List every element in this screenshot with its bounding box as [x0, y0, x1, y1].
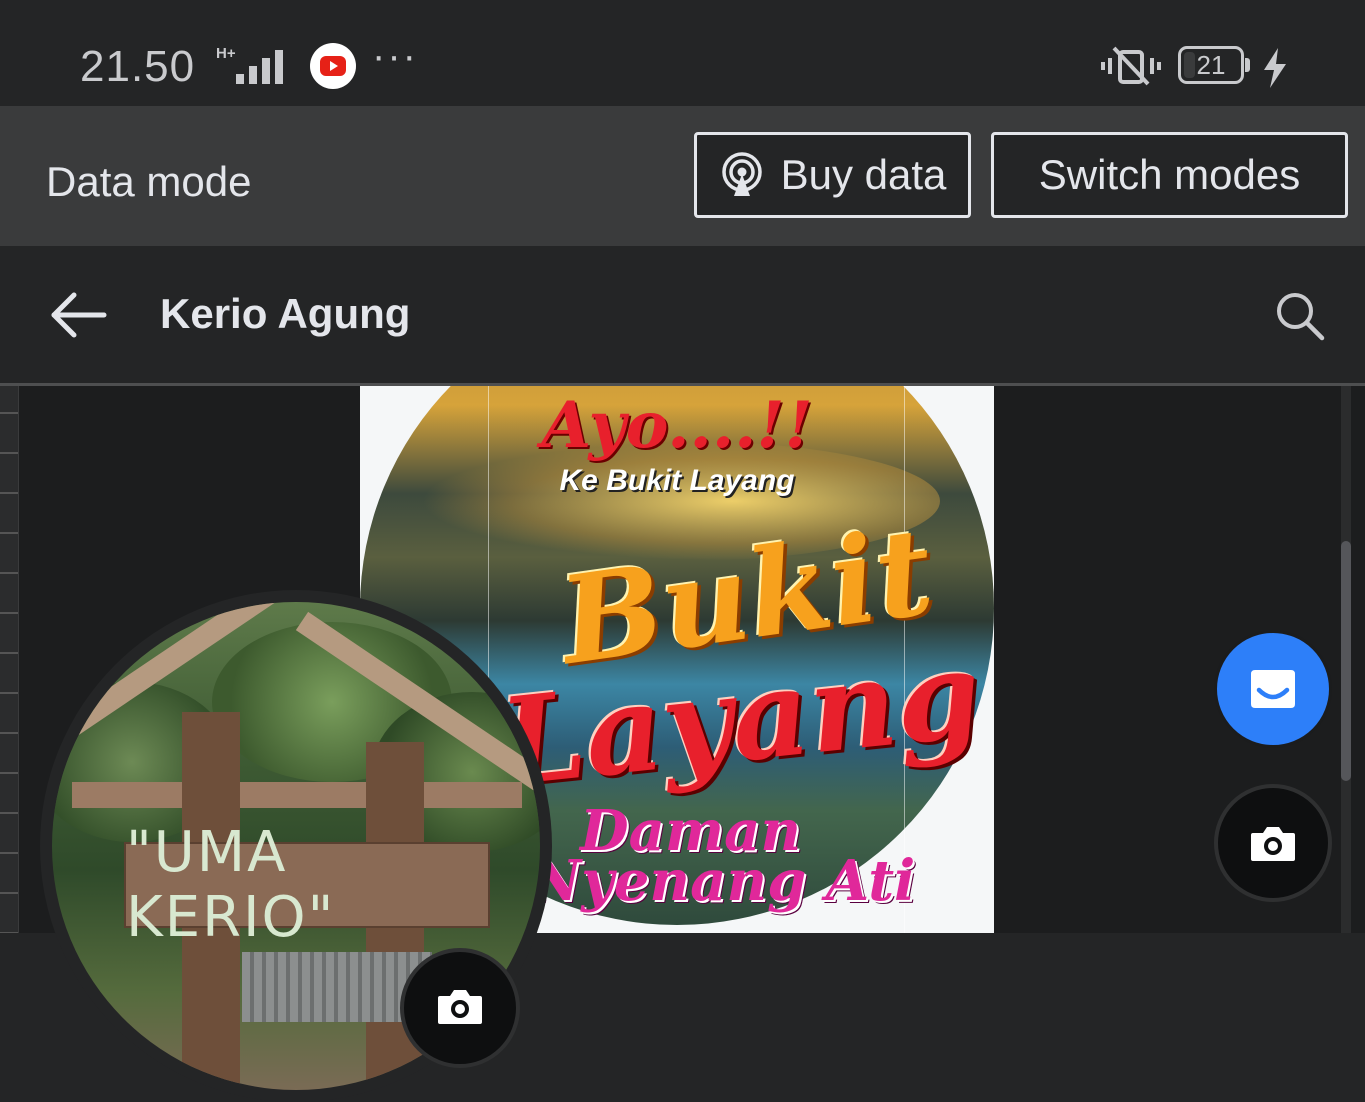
switch-modes-label: Switch modes — [1038, 151, 1301, 198]
status-time: 21.50 — [80, 42, 196, 91]
status-bar: 21.50 H+ ··· 21 — [0, 0, 1365, 106]
youtube-icon — [310, 43, 356, 89]
uma-kerio-sign: "UMA KERIO" — [124, 820, 490, 950]
arrow-left-icon — [51, 292, 107, 338]
scrollbar-thumb[interactable] — [1341, 541, 1351, 781]
network-type-label: H+ — [216, 45, 236, 62]
charging-icon — [1262, 48, 1288, 93]
search-button[interactable] — [1270, 286, 1330, 346]
battery-icon: 21 — [1178, 46, 1244, 84]
page-title: Kerio Agung — [160, 290, 411, 337]
page-header: Kerio Agung — [0, 246, 1365, 386]
cover-camera-button[interactable] — [1214, 784, 1332, 902]
camera-icon — [438, 990, 482, 1024]
data-mode-title: Data mode — [46, 158, 252, 205]
switch-modes-button[interactable]: Switch modes — [991, 132, 1348, 218]
more-notifications-icon: ··· — [372, 34, 418, 78]
vibrate-mute-icon — [1100, 44, 1162, 93]
poster-text-ayo: Ayo....!! — [541, 388, 813, 463]
poster-text-nyenang-ati: Nyenang Ati — [530, 848, 916, 914]
messenger-button[interactable] — [1214, 630, 1332, 748]
buy-data-button[interactable]: Buy data — [694, 132, 971, 218]
profile-camera-button[interactable] — [400, 948, 520, 1068]
battery-percent: 21 — [1196, 50, 1226, 80]
poster-text-ke-bukit-layang: Ke Bukit Layang — [559, 464, 795, 497]
camera-icon — [1251, 827, 1295, 861]
signal-icon: H+ — [216, 44, 294, 91]
broadcast-icon — [721, 152, 762, 196]
buy-data-label: Buy data — [780, 151, 947, 198]
sign-text: "UMA KERIO" — [126, 820, 336, 950]
cover-edge-strip — [0, 386, 19, 933]
search-icon — [1277, 293, 1325, 341]
battery-cap — [1245, 58, 1250, 72]
data-mode-bar: Data mode Buy data Switch modes — [0, 106, 1365, 246]
messenger-icon — [1251, 670, 1295, 708]
back-button[interactable] — [46, 288, 110, 342]
